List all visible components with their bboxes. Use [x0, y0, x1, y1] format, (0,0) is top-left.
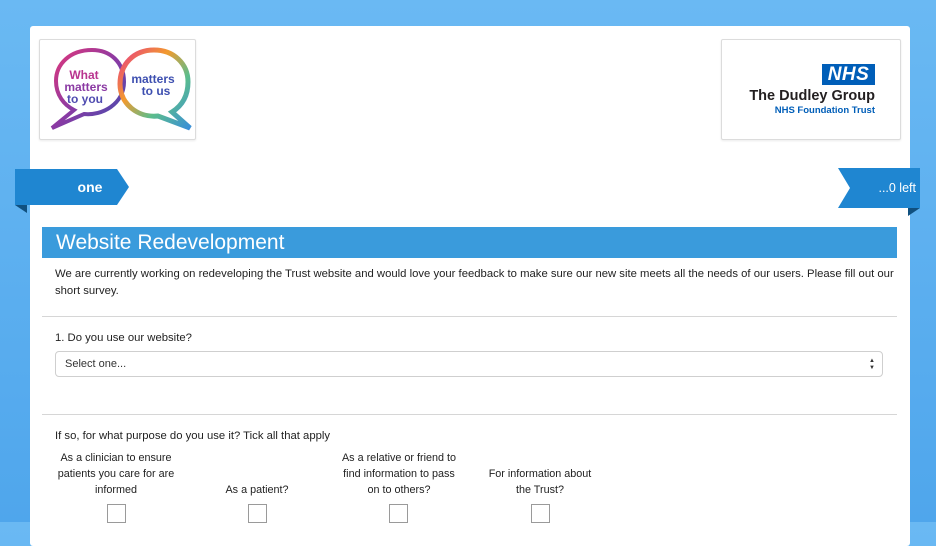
speech-bubbles-icon: What matters to you matters to us: [50, 47, 192, 131]
option-patient-label: As a patient?: [225, 484, 289, 496]
question-1-label: 1. Do you use our website?: [55, 332, 192, 344]
select-arrows-icon: ▲ ▼: [869, 358, 875, 371]
current-page-label: one: [77, 179, 103, 195]
section-title: Website Redevelopment: [42, 227, 897, 258]
remaining-pages-ribbon: ...0 left: [838, 168, 920, 216]
logo-text-line5: to us: [142, 84, 171, 98]
option-trust-info-checkbox[interactable]: [531, 504, 550, 523]
option-relative-label: As a relative or friend to find informat…: [341, 452, 457, 496]
option-relative-checkbox[interactable]: [389, 504, 408, 523]
question-2-label: If so, for what purpose do you use it? T…: [55, 430, 331, 442]
logo-text-line3: to you: [67, 92, 103, 106]
option-trust-info-label: For information about the Trust?: [488, 468, 592, 496]
remaining-pages-label: ...0 left: [878, 181, 916, 195]
section-intro: We are currently working on redeveloping…: [55, 268, 894, 297]
divider: [42, 316, 897, 317]
current-page-ribbon: one: [15, 169, 129, 213]
divider: [42, 414, 897, 415]
select-value: Select one...: [65, 358, 127, 370]
org-name: The Dudley Group: [749, 88, 875, 104]
option-clinician-checkbox[interactable]: [107, 504, 126, 523]
option-clinician-label: As a clinician to ensure patients you ca…: [57, 452, 175, 496]
nhs-badge: NHS: [822, 64, 875, 85]
website-use-select[interactable]: Select one... ▲ ▼: [55, 351, 883, 377]
org-subtitle: NHS Foundation Trust: [774, 105, 875, 116]
option-patient-checkbox[interactable]: [248, 504, 267, 523]
what-matters-logo: What matters to you matters to us: [39, 39, 196, 140]
